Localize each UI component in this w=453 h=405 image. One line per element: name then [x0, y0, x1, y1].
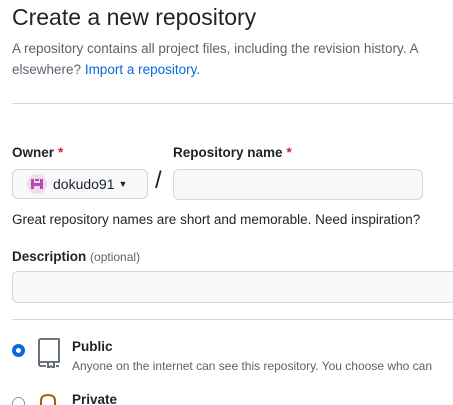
intro-text: A repository contains all project files,…	[12, 38, 418, 80]
section-divider-2	[12, 319, 453, 320]
public-option-title: Public	[72, 339, 113, 354]
public-radio[interactable]	[12, 344, 25, 357]
intro-line-2-prefix: elsewhere?	[12, 62, 82, 77]
owner-required-mark: *	[58, 145, 64, 160]
create-repository-page: Create a new repository A repository con…	[0, 0, 453, 405]
description-label-text: Description	[12, 249, 87, 264]
owner-label-text: Owner	[12, 145, 55, 160]
owner-repo-separator: /	[155, 167, 162, 194]
repo-name-label: Repository name *	[173, 145, 292, 160]
chevron-down-icon: ▼	[118, 179, 128, 189]
description-optional-label: (optional)	[90, 250, 141, 264]
intro-line-2: elsewhere? Import a repository.	[12, 59, 418, 80]
section-divider	[12, 103, 453, 104]
repo-name-hint: Great repository names are short and mem…	[12, 212, 421, 227]
intro-line-1: A repository contains all project files,…	[12, 41, 419, 56]
page-title: Create a new repository	[12, 4, 257, 30]
repository-name-input[interactable]	[173, 169, 423, 200]
owner-name: dokudo91	[53, 176, 115, 192]
identicon-icon	[31, 179, 43, 189]
owner-label: Owner *	[12, 145, 63, 160]
description-label: Description (optional)	[12, 249, 140, 264]
description-input[interactable]	[12, 271, 453, 303]
repo-name-label-text: Repository name	[173, 145, 283, 160]
public-option-description: Anyone on the internet can see this repo…	[72, 359, 433, 373]
import-repository-link[interactable]: Import a repository.	[85, 62, 200, 77]
lock-icon	[40, 393, 56, 405]
owner-select-button[interactable]: dokudo91 ▼	[12, 169, 148, 199]
repo-icon	[38, 338, 60, 368]
private-radio[interactable]	[12, 397, 25, 405]
avatar	[27, 174, 47, 194]
repo-name-required-mark: *	[286, 145, 292, 160]
private-option-title: Private	[72, 392, 118, 405]
